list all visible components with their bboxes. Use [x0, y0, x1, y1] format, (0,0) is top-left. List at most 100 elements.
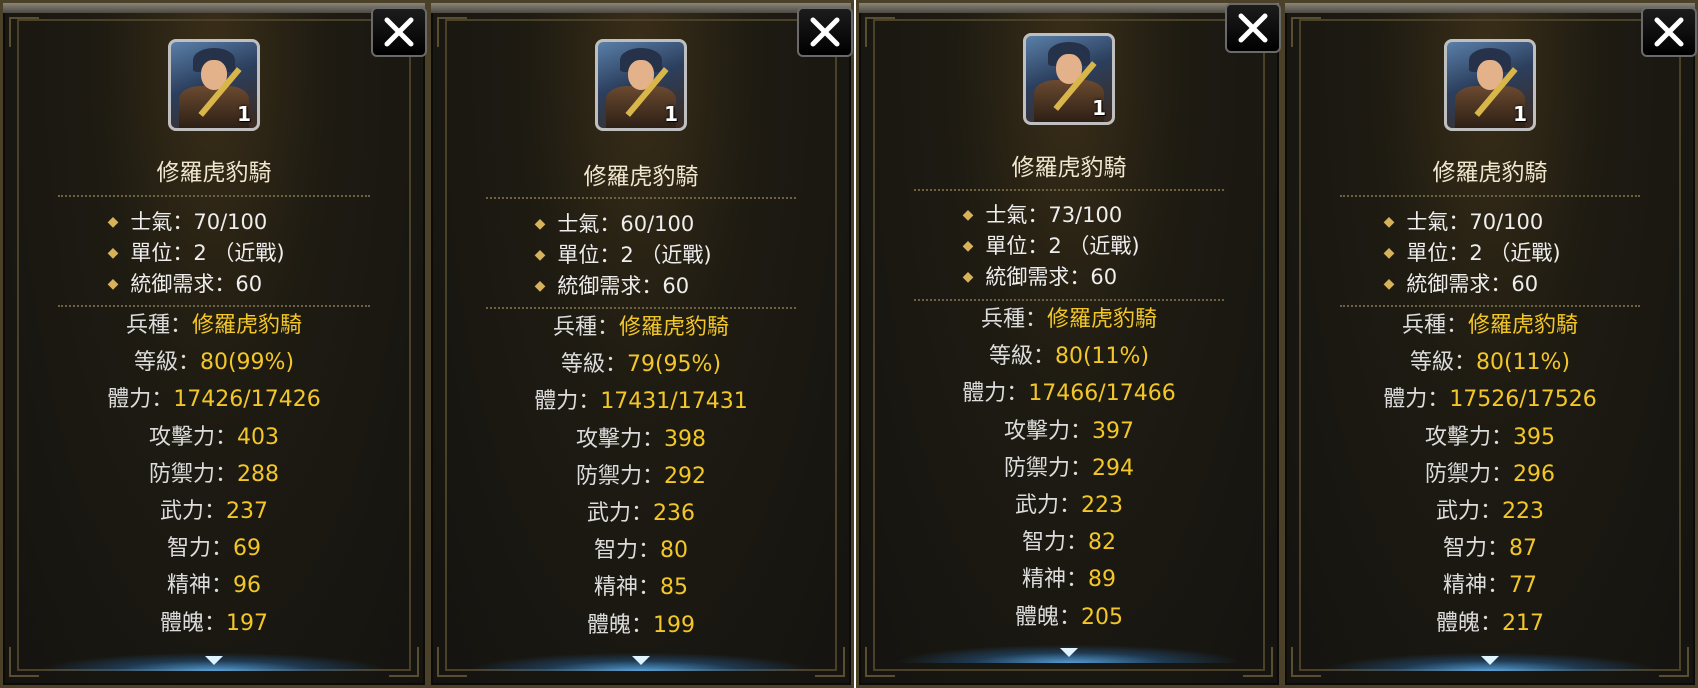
- stat-label: 兵種：: [125, 313, 192, 338]
- ornament-corner: [1243, 647, 1273, 677]
- stat-label: 體力：: [534, 389, 601, 415]
- stat-row-strength: 武力：223: [859, 487, 1279, 524]
- detail-stats: 兵種：修羅虎豹騎 等級：79(95%) 體力：17431/17431 攻擊力：3…: [431, 309, 851, 644]
- stat-row-level: 等級：80(11%): [859, 338, 1279, 375]
- diamond-bullet-icon: ◆: [107, 276, 119, 292]
- stat-value: 80(11%): [1054, 344, 1150, 370]
- stat-row-type: 兵種：修羅虎豹騎: [431, 309, 851, 346]
- summary-stats: ◆ 士氣：70/100 ◆ 單位：2 （近戰) ◆ 統御需求：60: [3, 207, 425, 300]
- unit-text: 單位：2 （近戰): [985, 234, 1140, 258]
- stat-label: 智力：: [593, 538, 660, 564]
- stat-row-spirit: 精神：89: [859, 561, 1279, 598]
- stat-value: 17526/17526: [1449, 387, 1597, 413]
- stat-value: 87: [1509, 536, 1537, 562]
- stat-row-level: 等級：79(95%): [431, 346, 851, 383]
- portrait-level-badge: 1: [664, 102, 678, 126]
- stat-row-defense: 防禦力：296: [1285, 456, 1695, 493]
- stat-label: 兵種：: [1401, 313, 1468, 338]
- chevron-down-icon[interactable]: [205, 656, 223, 665]
- unit-portrait[interactable]: 1: [595, 39, 687, 131]
- chevron-down-icon[interactable]: [1060, 648, 1078, 657]
- morale-text: 士氣：73/100: [985, 203, 1123, 227]
- stat-row-intelligence: 智力：69: [3, 530, 425, 567]
- command-text: 統御需求：60: [557, 274, 690, 298]
- stat-row-type: 兵種：修羅虎豹騎: [859, 301, 1279, 338]
- stat-label: 攻擊力：: [575, 426, 664, 452]
- stat-label: 防禦力：: [1424, 461, 1513, 487]
- stat-value: 修羅虎豹騎: [1468, 313, 1579, 338]
- stat-value: 80: [660, 538, 688, 564]
- unit-name: 修羅虎豹騎: [1432, 160, 1548, 186]
- command-text: 統御需求：60: [985, 265, 1118, 289]
- close-button[interactable]: [1225, 3, 1281, 53]
- unit-info-panel-3: 1 修羅虎豹騎 ◆ 士氣：73/100 ◆ 單位：2 （近戰) ◆ 統御需求：60 兵…: [856, 0, 1282, 688]
- unit-name: 修羅虎豹騎: [583, 164, 699, 190]
- panel-top-bar: [859, 3, 1279, 13]
- stat-label: 體力：: [1383, 387, 1450, 413]
- divider: [58, 195, 370, 197]
- command-text: 統御需求：60: [1406, 272, 1539, 296]
- close-button[interactable]: [1641, 7, 1697, 57]
- stat-row-hp: 體力：17526/17526: [1285, 381, 1695, 418]
- unit-info-panel-4: 1 修羅虎豹騎 ◆ 士氣：70/100 ◆ 單位：2 （近戰) ◆ 統御需求：60 兵…: [1282, 0, 1698, 688]
- stat-row-hp: 體力：17431/17431: [431, 383, 851, 420]
- stat-label: 智力：: [166, 536, 233, 562]
- stat-value: 395: [1513, 424, 1555, 450]
- stat-row-strength: 武力：223: [1285, 493, 1695, 530]
- unit-name: 修羅虎豹騎: [156, 160, 272, 186]
- command-text: 統御需求：60: [130, 272, 263, 296]
- stat-value: 修羅虎豹騎: [192, 313, 303, 338]
- detail-stats: 兵種：修羅虎豹騎 等級：80(11%) 體力：17466/17466 攻擊力：3…: [859, 301, 1279, 636]
- divider: [1340, 195, 1640, 197]
- detail-stats: 兵種：修羅虎豹騎 等級：80(99%) 體力：17426/17426 攻擊力：4…: [3, 307, 425, 642]
- stat-value: 17431/17431: [600, 389, 748, 415]
- unit-row: ◆ 單位：2 （近戰): [859, 231, 1279, 262]
- stat-value: 69: [233, 536, 261, 562]
- stat-label: 武力：: [586, 500, 653, 526]
- stat-row-defense: 防禦力：288: [3, 456, 425, 493]
- command-row: ◆ 統御需求：60: [3, 269, 425, 300]
- stat-value: 77: [1509, 573, 1537, 599]
- stat-label: 防禦力：: [575, 463, 664, 489]
- unit-portrait[interactable]: 1: [168, 39, 260, 131]
- stat-value: 82: [1088, 530, 1116, 556]
- stat-row-type: 兵種：修羅虎豹騎: [1285, 307, 1695, 344]
- stat-label: 精神：: [166, 573, 233, 599]
- stat-label: 等級：: [1409, 350, 1476, 376]
- unit-row: ◆ 單位：2 （近戰): [3, 238, 425, 269]
- ornament-corner: [1291, 17, 1321, 47]
- morale-row: ◆ 士氣：73/100: [859, 200, 1279, 231]
- diamond-bullet-icon: ◆: [534, 216, 546, 232]
- diamond-bullet-icon: ◆: [1383, 245, 1395, 261]
- stat-label: 精神：: [1442, 573, 1509, 599]
- close-button[interactable]: [371, 7, 427, 57]
- unit-text: 單位：2 （近戰): [557, 243, 712, 267]
- diamond-bullet-icon: ◆: [1383, 276, 1395, 292]
- close-button[interactable]: [797, 7, 853, 57]
- stat-label: 體魄：: [159, 610, 226, 636]
- summary-stats: ◆ 士氣：73/100 ◆ 單位：2 （近戰) ◆ 統御需求：60: [859, 200, 1279, 293]
- stat-value: 199: [653, 612, 695, 638]
- morale-row: ◆ 士氣：60/100: [431, 209, 851, 240]
- detail-stats: 兵種：修羅虎豹騎 等級：80(11%) 體力：17526/17526 攻擊力：3…: [1285, 307, 1695, 642]
- stat-row-level: 等級：80(11%): [1285, 344, 1695, 381]
- stat-row-strength: 武力：236: [431, 495, 851, 532]
- morale-text: 士氣：70/100: [1406, 210, 1544, 234]
- stat-row-defense: 防禦力：292: [431, 458, 851, 495]
- unit-portrait[interactable]: 1: [1023, 33, 1115, 125]
- stat-label: 精神：: [1021, 567, 1088, 593]
- chevron-down-icon[interactable]: [632, 656, 650, 665]
- unit-portrait[interactable]: 1: [1444, 39, 1536, 131]
- chevron-down-icon[interactable]: [1481, 656, 1499, 665]
- stat-value: 17466/17466: [1028, 381, 1176, 407]
- stat-value: 403: [237, 424, 279, 450]
- stat-label: 精神：: [593, 575, 660, 601]
- stat-label: 等級：: [133, 350, 200, 376]
- stat-label: 體魄：: [586, 612, 653, 638]
- portrait-level-badge: 1: [237, 102, 251, 126]
- stat-row-attack: 攻擊力：395: [1285, 419, 1695, 456]
- stat-row-attack: 攻擊力：397: [859, 413, 1279, 450]
- stat-value: 223: [1081, 492, 1123, 518]
- unit-info-panel-2: 1 修羅虎豹騎 ◆ 士氣：60/100 ◆ 單位：2 （近戰) ◆ 統御需求：60 兵…: [428, 0, 854, 688]
- close-icon: [810, 17, 840, 47]
